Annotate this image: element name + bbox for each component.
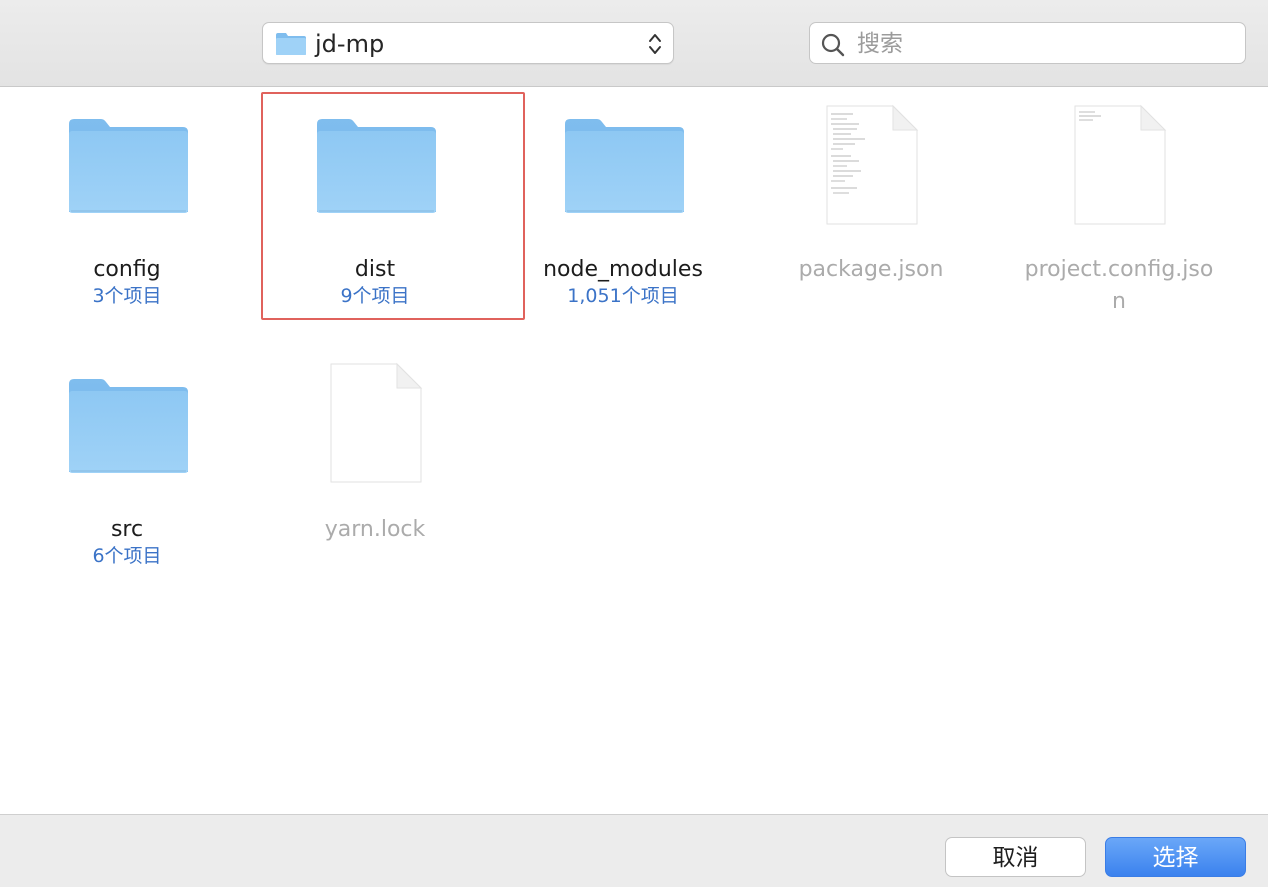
item-count: 1,051个项目 <box>567 285 679 307</box>
document-icon <box>251 360 499 500</box>
item-count: 9个项目 <box>340 285 410 307</box>
file-name-line-1: project.config.jso <box>1024 257 1214 282</box>
item-count: 6个项目 <box>92 545 162 567</box>
file-item-src[interactable]: src 6个项目 <box>3 360 251 570</box>
file-name: src <box>110 517 144 542</box>
search-input[interactable] <box>857 30 1227 58</box>
file-item-config[interactable]: config 3个项目 <box>3 100 251 310</box>
document-icon <box>747 100 995 240</box>
file-name: node_modules <box>543 257 703 282</box>
dialog-footer: 取消 选择 <box>0 814 1268 887</box>
toolbar: jd-mp <box>0 0 1268 87</box>
search-icon <box>820 32 846 62</box>
file-name-line-2: n <box>1112 289 1126 314</box>
file-item-dist[interactable]: dist 9个项目 <box>251 100 499 310</box>
cancel-button[interactable]: 取消 <box>945 837 1086 877</box>
choose-button[interactable]: 选择 <box>1105 837 1246 877</box>
file-item-node-modules[interactable]: node_modules 1,051个项目 <box>499 100 747 310</box>
file-name: package.json <box>798 257 944 282</box>
chevron-updown-icon <box>647 31 663 61</box>
search-field[interactable] <box>809 22 1246 64</box>
folder-icon <box>251 100 499 240</box>
current-folder-label: jd-mp <box>315 30 385 58</box>
file-item-package-json: package.json <box>747 100 995 310</box>
document-icon <box>995 100 1243 240</box>
path-popup-button[interactable]: jd-mp <box>262 22 674 64</box>
item-count: 3个项目 <box>92 285 162 307</box>
folder-icon <box>3 100 251 240</box>
folder-icon <box>275 32 307 60</box>
file-name: config <box>93 257 161 282</box>
folder-icon <box>499 100 747 240</box>
file-item-project-config-json: project.config.jso n <box>995 100 1243 314</box>
file-name: dist <box>354 257 396 282</box>
file-item-yarn-lock: yarn.lock <box>251 360 499 570</box>
file-name: yarn.lock <box>324 517 426 542</box>
folder-icon <box>3 360 251 500</box>
